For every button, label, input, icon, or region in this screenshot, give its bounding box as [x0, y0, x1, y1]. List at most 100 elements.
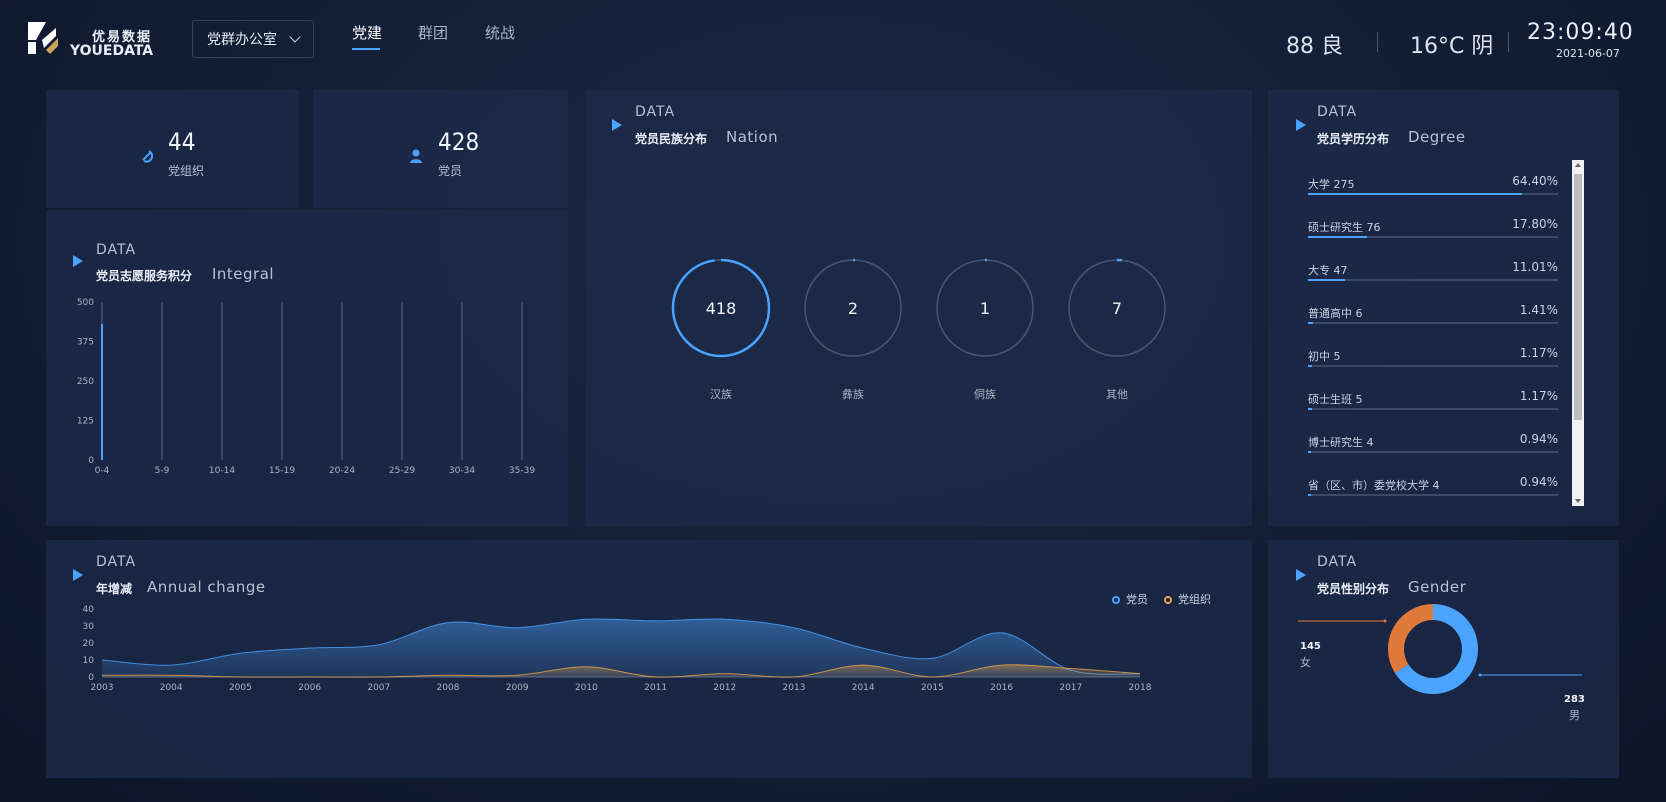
degree-bar [1308, 451, 1312, 453]
tab-united-front[interactable]: 统战 [485, 22, 515, 43]
member-icon [410, 149, 422, 163]
degree-scrollbar[interactable] [1572, 160, 1584, 506]
annual-change-panel: DATA 年增减 Annual change 党员 党组织 0 10 20 30 40 2… [46, 540, 1252, 778]
clock-time: 23:09:40 [1527, 20, 1634, 45]
integral-panel: DATA 党员志愿服务积分 Integral 0 125 250 375 500 0-4 5… [46, 210, 568, 526]
nation-value: 418 [706, 299, 737, 318]
x-tick-label: 15-19 [269, 466, 295, 476]
degree-percent: 11.01% [1512, 260, 1558, 274]
degree-bar [1308, 365, 1312, 367]
x-tick-label: 20-24 [329, 466, 355, 476]
degree-percent: 0.94% [1519, 432, 1558, 446]
degree-name: 硕士研究生 76 [1308, 221, 1381, 234]
top-header: 优易数据 YOUEDATA 党群办公室 党建 群团 统战 88 良 16°C 阴… [0, 0, 1666, 80]
degree-percent: 64.40% [1512, 174, 1558, 188]
y-tick-label: 30 [83, 622, 95, 632]
degree-name: 大学 275 [1308, 178, 1355, 191]
x-tick-label: 2007 [367, 683, 390, 693]
x-tick-label: 2011 [644, 683, 667, 693]
degree-track [1308, 365, 1558, 367]
x-tick-label: 2012 [713, 683, 736, 693]
org-count-value: 44 [168, 128, 196, 156]
degree-name: 博士研究生 4 [1308, 436, 1374, 449]
tab-party-building[interactable]: 党建 [352, 22, 382, 43]
degree-track [1308, 494, 1558, 496]
degree-percent: 0.94% [1519, 475, 1558, 489]
degree-track [1308, 236, 1558, 238]
x-tick-label: 30-34 [449, 466, 475, 476]
nation-label: 汉族 [710, 388, 732, 401]
degree-track [1308, 193, 1558, 195]
degree-row: 初中 5 1.17% [1308, 346, 1558, 378]
chevron-down-icon [289, 31, 301, 43]
degree-bar [1308, 322, 1313, 324]
x-tick-label: 2017 [1059, 683, 1082, 693]
male-count: 283 [1564, 694, 1585, 705]
gender-donut-chart [1298, 604, 1582, 694]
tab-mass-groups[interactable]: 群团 [418, 22, 448, 43]
degree-percent: 1.17% [1519, 389, 1558, 403]
brand-logo[interactable]: 优易数据 YOUEDATA [22, 18, 157, 62]
degree-row: 省（区、市）委党校大学 4 0.94% [1308, 475, 1558, 507]
annual-area-chart: 0 10 20 30 40 2003 2004 2005 2006 2007 2008 2009 201… [83, 605, 1152, 693]
male-label: 男 [1569, 709, 1580, 722]
header-divider [1508, 32, 1509, 52]
degree-list[interactable]: 大学 275 64.40% 硕士研究生 76 17.80% 大专 47 11.0… [1268, 90, 1568, 526]
degree-panel: DATA 党员学历分布 Degree 大学 275 64.40% 硕士研究生 7… [1268, 90, 1619, 526]
y-tick-label: 375 [77, 338, 94, 348]
degree-name: 普通高中 6 [1308, 307, 1363, 320]
degree-row: 普通高中 6 1.41% [1308, 303, 1558, 335]
leader-dot [1478, 673, 1482, 677]
x-tick-label: 0-4 [95, 466, 110, 476]
degree-bar [1308, 279, 1345, 281]
nation-value: 2 [848, 299, 858, 318]
leader-dot [1383, 619, 1387, 623]
x-tick-label: 2015 [921, 683, 944, 693]
degree-percent: 1.17% [1519, 346, 1558, 360]
degree-row: 大专 47 11.01% [1308, 260, 1558, 292]
scroll-thumb[interactable] [1574, 174, 1582, 420]
member-count-panel: 428 党员 [313, 90, 568, 208]
scroll-down-arrow-icon[interactable] [1575, 499, 1581, 503]
female-label: 女 [1300, 656, 1311, 669]
nation-label: 彝族 [842, 388, 864, 401]
air-quality-readout: 88 良 [1286, 34, 1343, 59]
x-tick-label: 2006 [298, 683, 321, 693]
department-select[interactable]: 党群办公室 [192, 20, 314, 58]
active-tab-indicator [352, 48, 380, 50]
degree-track [1308, 322, 1558, 324]
nation-panel: DATA 党员民族分布 Nation 418 2 1 7 汉族 彝族 侗族 其他 [585, 90, 1252, 526]
org-count-panel: 44 党组织 [46, 90, 299, 208]
degree-name: 大专 47 [1308, 264, 1348, 277]
x-tick-label: 2004 [160, 683, 183, 693]
member-count-label: 党员 [438, 164, 463, 178]
nation-ring-chart: 418 2 1 7 [671, 258, 1167, 358]
degree-percent: 1.41% [1519, 303, 1558, 317]
x-tick-label: 35-39 [509, 466, 535, 476]
y-tick-label: 250 [77, 377, 94, 387]
degree-percent: 17.80% [1512, 217, 1558, 231]
scroll-up-arrow-icon[interactable] [1575, 163, 1581, 167]
gender-panel: DATA 党员性别分布 Gender 145 女 283 男 [1268, 540, 1619, 778]
nation-label: 侗族 [974, 388, 996, 401]
nation-value: 7 [1112, 299, 1122, 318]
degree-row: 硕士研究生 76 17.80% [1308, 217, 1558, 249]
party-emblem-icon [142, 150, 154, 163]
member-count-value: 428 [438, 128, 480, 156]
clock-date: 2021-06-07 [1556, 47, 1620, 60]
female-count: 145 [1300, 641, 1321, 652]
x-tick-label: 2013 [783, 683, 806, 693]
x-tick-label: 2008 [437, 683, 460, 693]
y-tick-label: 10 [83, 656, 95, 666]
x-tick-label: 2009 [506, 683, 529, 693]
y-tick-label: 125 [77, 417, 94, 427]
degree-name: 硕士生班 5 [1308, 393, 1363, 406]
department-select-value: 党群办公室 [207, 32, 277, 48]
x-tick-label: 2016 [990, 683, 1013, 693]
degree-bar [1308, 494, 1312, 496]
degree-bar [1308, 408, 1312, 410]
x-tick-label: 2010 [575, 683, 598, 693]
degree-name: 初中 5 [1308, 350, 1341, 363]
degree-row: 硕士生班 5 1.17% [1308, 389, 1558, 421]
logo-mark-icon [28, 22, 58, 54]
